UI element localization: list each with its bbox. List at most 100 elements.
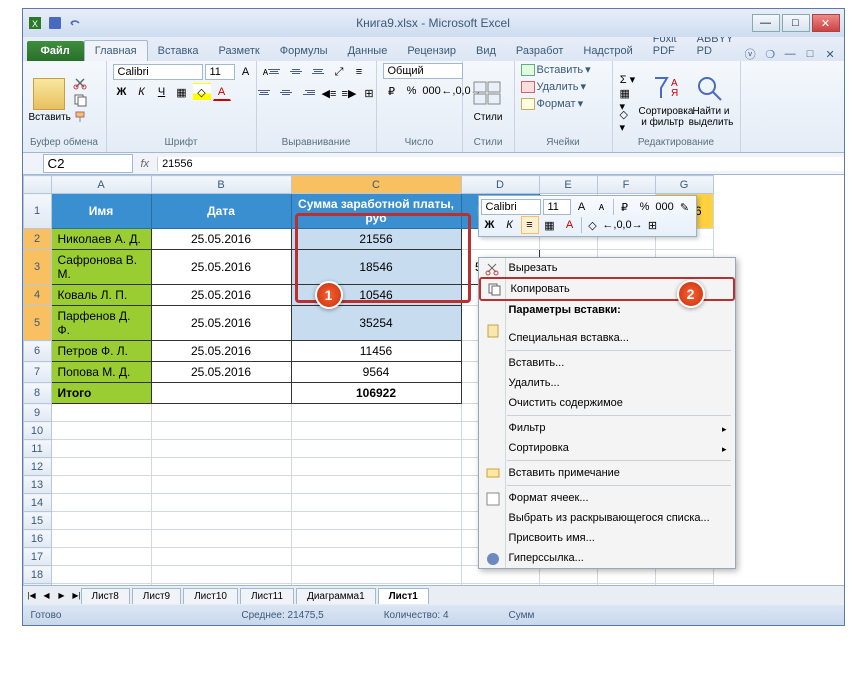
sheet-area[interactable]: ABCDEFG1ИмяДатаСумма заработной платы, р…	[23, 175, 844, 585]
percent-icon[interactable]: %	[403, 82, 421, 100]
cell-C9[interactable]	[291, 404, 461, 422]
menu-define-name[interactable]: Присвоить имя...	[479, 528, 735, 548]
orientation-icon[interactable]: ⤢	[330, 63, 348, 81]
cell-B3[interactable]: 25.05.2016	[151, 250, 291, 285]
cell-C7[interactable]: 9564	[291, 362, 461, 383]
merge-icon[interactable]: ⊞	[360, 84, 378, 102]
mini-shrink-font-icon[interactable]: ᴀ	[593, 198, 611, 216]
cell-C2[interactable]: 21556	[291, 229, 461, 250]
styles-button[interactable]: Стили	[469, 78, 508, 123]
cell-A4[interactable]: Коваль Л. П.	[51, 285, 151, 306]
cell-B10[interactable]	[151, 422, 291, 440]
decrease-indent-icon[interactable]: ◀≡	[320, 84, 338, 102]
row-header-17[interactable]: 17	[23, 548, 51, 566]
increase-indent-icon[interactable]: ≡▶	[340, 84, 358, 102]
tab-home[interactable]: Главная	[84, 40, 148, 61]
cell-A15[interactable]	[51, 512, 151, 530]
cell-B17[interactable]	[151, 548, 291, 566]
cell-C1[interactable]: Сумма заработной платы, руб	[291, 194, 461, 229]
row-header-4[interactable]: 4	[23, 285, 51, 306]
paste-button[interactable]: Вставить	[29, 78, 69, 123]
cell-B5[interactable]: 25.05.2016	[151, 306, 291, 341]
cell-B16[interactable]	[151, 530, 291, 548]
cell-A18[interactable]	[51, 566, 151, 584]
cell-A11[interactable]	[51, 440, 151, 458]
cell-B1[interactable]: Дата	[151, 194, 291, 229]
row-header-8[interactable]: 8	[23, 383, 51, 404]
sheet-tab-Лист11[interactable]: Лист11	[240, 588, 294, 604]
mini-align-center-icon[interactable]: ≡	[521, 216, 539, 234]
save-icon[interactable]	[47, 15, 63, 31]
fill-icon[interactable]: ▦ ▾	[619, 91, 637, 109]
mini-comma-icon[interactable]: 000	[656, 198, 674, 216]
menu-filter[interactable]: Фильтр▸	[479, 418, 735, 438]
border-button[interactable]: ▦	[173, 83, 191, 101]
cell-A16[interactable]	[51, 530, 151, 548]
undo-icon[interactable]	[67, 15, 83, 31]
tab-data[interactable]: Данные	[338, 41, 398, 61]
cell-C15[interactable]	[291, 512, 461, 530]
cell-A7[interactable]: Попова М. Д.	[51, 362, 151, 383]
row-header-10[interactable]: 10	[23, 422, 51, 440]
name-box[interactable]	[43, 154, 133, 173]
bold-button[interactable]: Ж	[113, 83, 131, 101]
tab-insert[interactable]: Вставка	[148, 41, 209, 61]
close-button[interactable]: ✕	[812, 14, 840, 32]
mdi-restore-icon[interactable]: □	[803, 47, 817, 61]
tab-nav-next-icon[interactable]: ▶	[55, 589, 69, 603]
cell-A12[interactable]	[51, 458, 151, 476]
mini-italic-button[interactable]: К	[501, 216, 519, 234]
align-left-icon[interactable]	[254, 84, 274, 100]
align-bottom-icon[interactable]	[308, 63, 328, 79]
autosum-icon[interactable]: Σ ▾	[619, 70, 637, 88]
align-top-icon[interactable]	[264, 63, 284, 79]
cell-B13[interactable]	[151, 476, 291, 494]
row-header-15[interactable]: 15	[23, 512, 51, 530]
cell-C10[interactable]	[291, 422, 461, 440]
delete-cells-button[interactable]: Удалить ▾	[521, 80, 587, 93]
tab-nav-prev-icon[interactable]: ◀	[40, 589, 54, 603]
tab-view[interactable]: Вид	[466, 41, 506, 61]
cell-B11[interactable]	[151, 440, 291, 458]
menu-pick-from-list[interactable]: Выбрать из раскрывающегося списка...	[479, 508, 735, 528]
mini-font-size[interactable]	[543, 199, 571, 215]
grow-font-icon[interactable]: A	[237, 63, 255, 81]
cell-B12[interactable]	[151, 458, 291, 476]
col-header-A[interactable]: A	[51, 176, 151, 194]
font-name-select[interactable]	[113, 64, 203, 80]
cell-B2[interactable]: 25.05.2016	[151, 229, 291, 250]
row-header-3[interactable]: 3	[23, 250, 51, 285]
cell-C14[interactable]	[291, 494, 461, 512]
menu-paste-icon[interactable]	[479, 320, 735, 328]
insert-cells-button[interactable]: Вставить ▾	[521, 63, 591, 76]
mdi-close-icon[interactable]: ✕	[823, 47, 837, 61]
col-header-C[interactable]: C	[291, 176, 461, 194]
mini-inc-decimal-icon[interactable]: ←,0	[604, 216, 622, 234]
tab-nav-first-icon[interactable]: |◀	[25, 589, 39, 603]
tab-developer[interactable]: Разработ	[506, 41, 573, 61]
row-header-1[interactable]: 1	[23, 194, 51, 229]
sheet-tab-Лист1[interactable]: Лист1	[378, 588, 429, 604]
cell-C16[interactable]	[291, 530, 461, 548]
cell-A3[interactable]: Сафронова В. М.	[51, 250, 151, 285]
cell-B8[interactable]	[151, 383, 291, 404]
format-painter-icon[interactable]	[73, 110, 91, 124]
copy-icon[interactable]	[73, 93, 91, 107]
align-center-icon[interactable]	[276, 84, 296, 100]
cell-C11[interactable]	[291, 440, 461, 458]
font-size-select[interactable]	[205, 64, 235, 80]
row-header-19[interactable]: 19	[23, 584, 51, 586]
cell-A9[interactable]	[51, 404, 151, 422]
col-header-D[interactable]: D	[461, 176, 539, 194]
menu-hyperlink[interactable]: Гиперссылка...	[479, 548, 735, 568]
col-header-F[interactable]: F	[597, 176, 655, 194]
cut-icon[interactable]	[73, 76, 91, 90]
cell-C3[interactable]: 18546	[291, 250, 461, 285]
mini-currency-icon[interactable]: ₽	[616, 198, 634, 216]
row-header-6[interactable]: 6	[23, 341, 51, 362]
fx-icon[interactable]: fx	[133, 158, 158, 170]
mini-font-name[interactable]	[481, 199, 541, 215]
underline-button[interactable]: Ч	[153, 83, 171, 101]
row-header-12[interactable]: 12	[23, 458, 51, 476]
sheet-tab-Лист8[interactable]: Лист8	[81, 588, 130, 604]
